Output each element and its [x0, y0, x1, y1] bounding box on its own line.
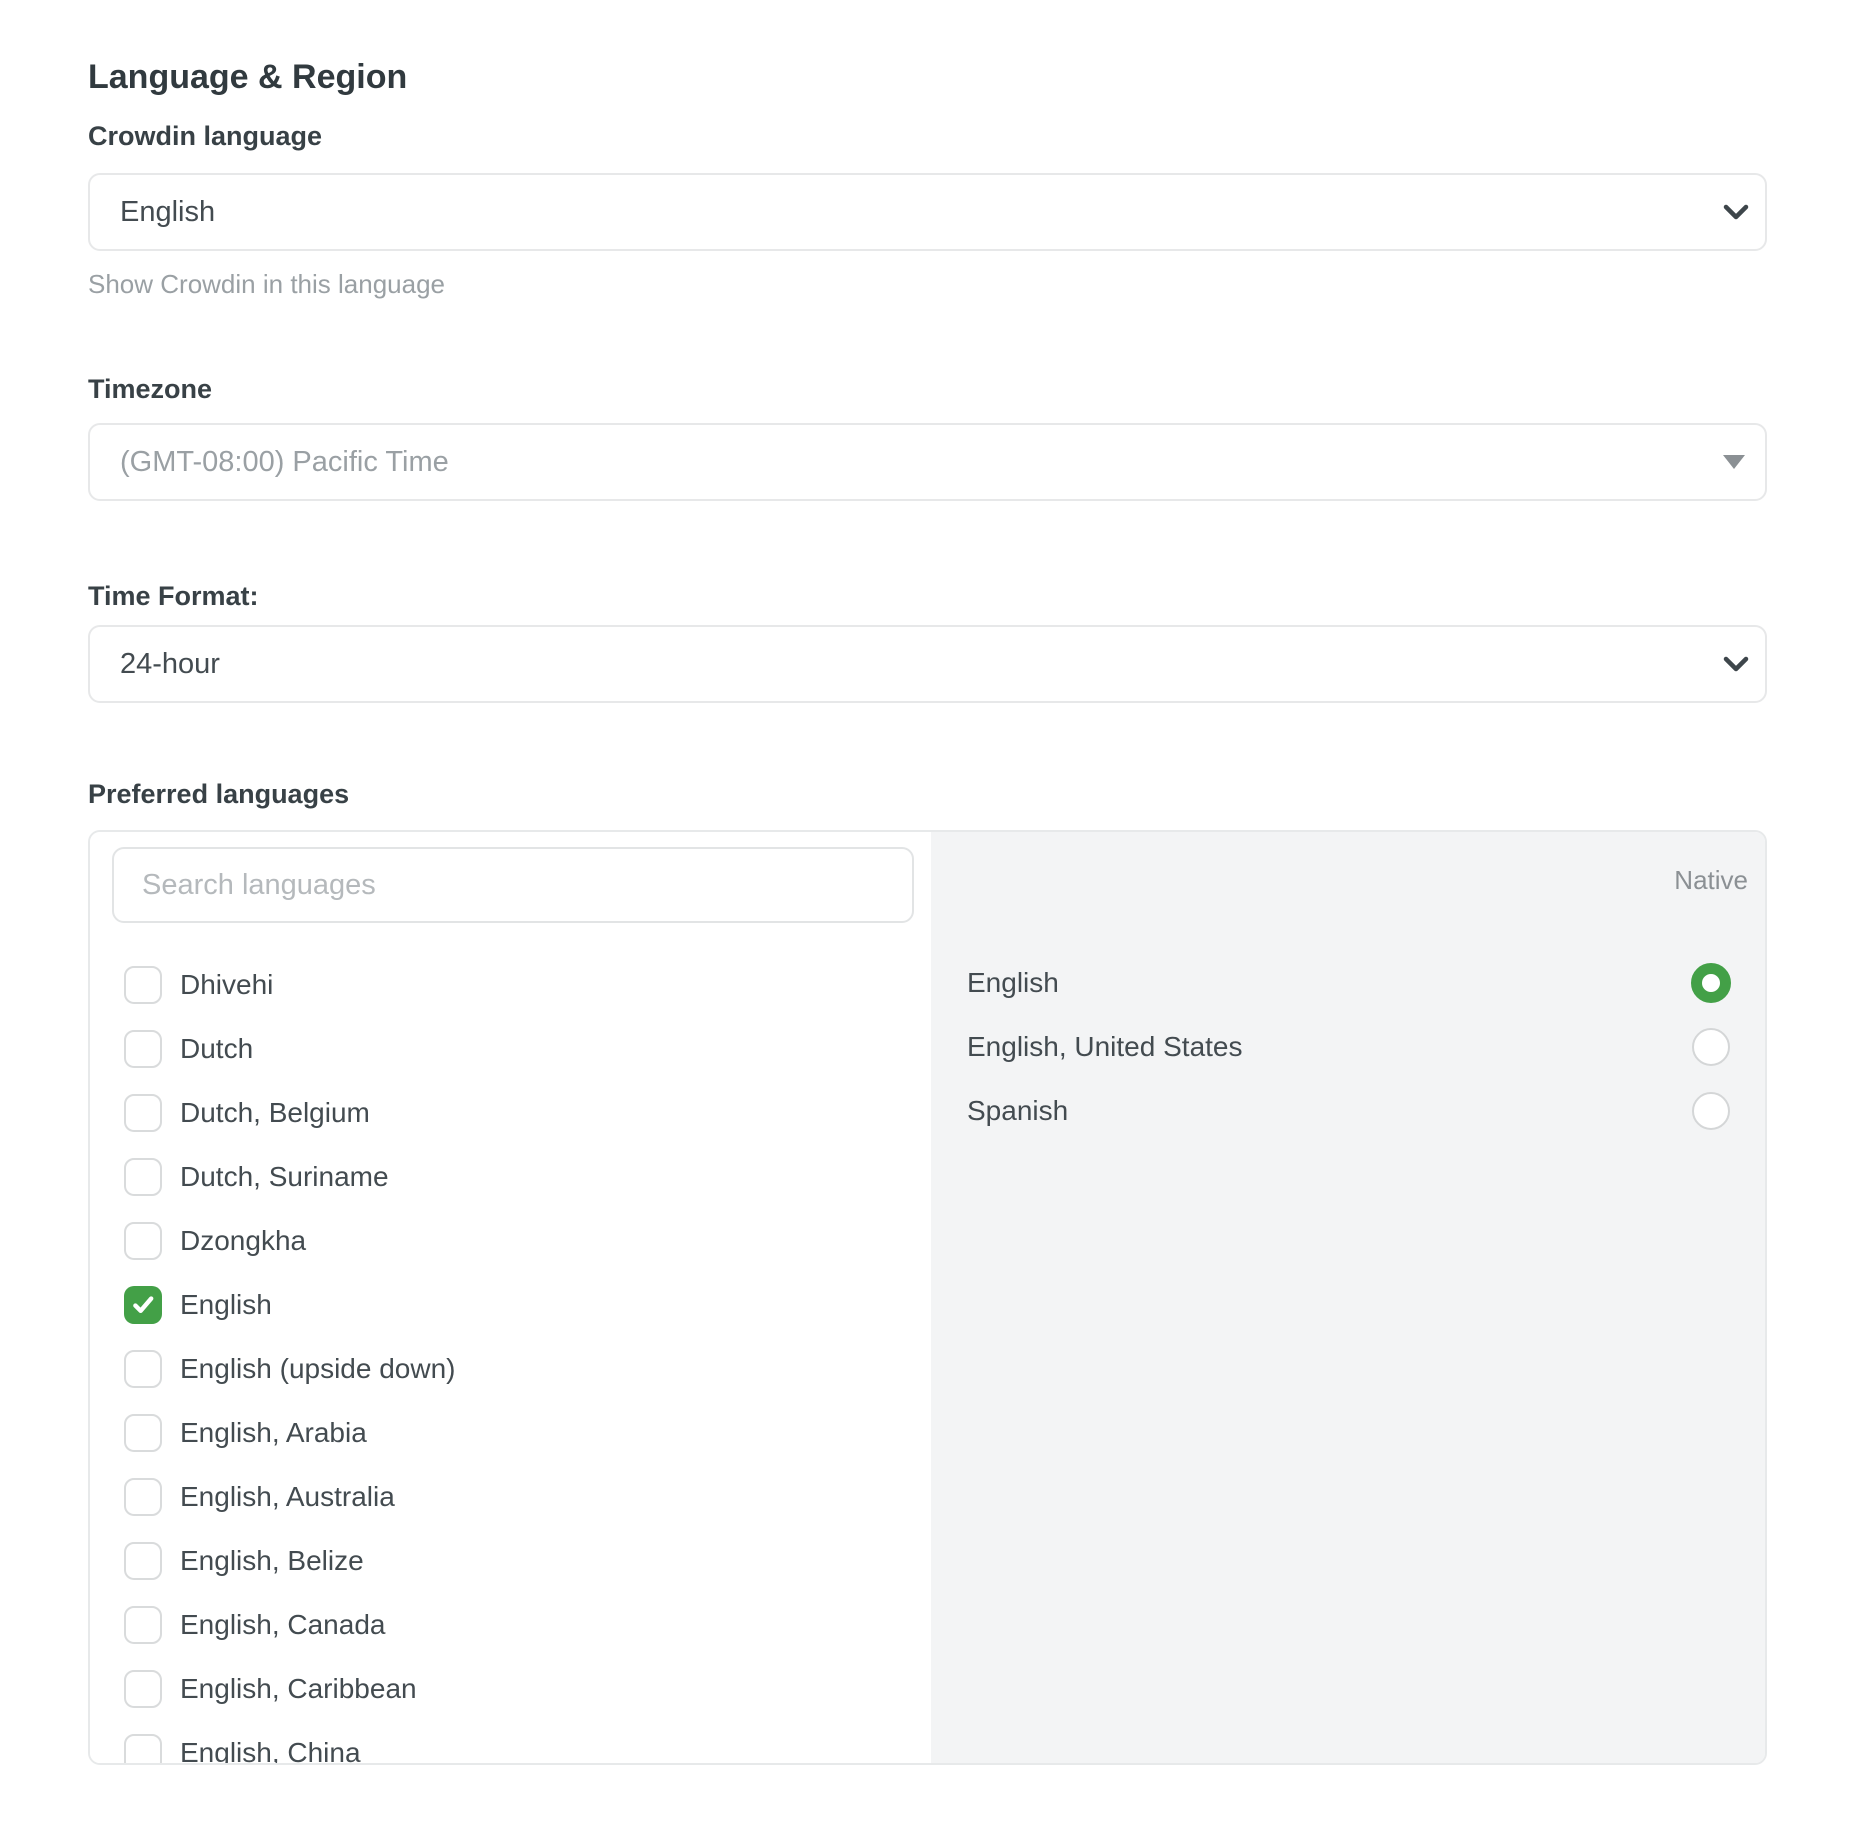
- language-option-label: English, Arabia: [180, 1417, 367, 1449]
- language-option-row[interactable]: Dutch, Suriname: [112, 1145, 931, 1209]
- crowdin-language-label: Crowdin language: [88, 120, 1767, 152]
- time-format-value: 24-hour: [120, 648, 1695, 681]
- selected-language-label: English: [967, 967, 1691, 999]
- language-option-label: Dutch, Belgium: [180, 1097, 370, 1129]
- selected-language-label: English, United States: [967, 1031, 1691, 1063]
- language-option-row[interactable]: English (upside down): [112, 1337, 931, 1401]
- language-option-row[interactable]: English, Australia: [112, 1465, 931, 1529]
- checkbox-icon[interactable]: [124, 1542, 162, 1580]
- selected-languages-column: Native English English, United States Span…: [931, 832, 1765, 1763]
- crowdin-language-value: English: [120, 196, 1695, 229]
- checkbox-checked-icon[interactable]: [124, 1286, 162, 1324]
- language-option-label: English, Belize: [180, 1545, 364, 1577]
- language-option-label: English, Canada: [180, 1609, 385, 1641]
- native-column-header: Native: [967, 864, 1765, 896]
- language-picker-column: Dhivehi Dutch Dutch, Belgium Dutch, Surinam…: [90, 832, 931, 1763]
- triangle-down-icon: [1723, 455, 1745, 469]
- native-radio[interactable]: [1691, 963, 1731, 1003]
- selected-language-row: English, United States: [967, 1015, 1765, 1079]
- language-option-row[interactable]: Dutch, Belgium: [112, 1081, 931, 1145]
- time-format-select[interactable]: 24-hour: [88, 625, 1767, 703]
- language-options-list: Dhivehi Dutch Dutch, Belgium Dutch, Surinam…: [112, 953, 931, 1765]
- selected-language-label: Spanish: [967, 1095, 1691, 1127]
- language-option-label: Dzongkha: [180, 1225, 306, 1257]
- language-option-row[interactable]: English, Arabia: [112, 1401, 931, 1465]
- language-option-row[interactable]: Dutch: [112, 1017, 931, 1081]
- checkbox-icon[interactable]: [124, 1350, 162, 1388]
- crowdin-language-help: Show Crowdin in this language: [88, 268, 1767, 300]
- checkbox-icon[interactable]: [124, 1094, 162, 1132]
- language-option-label: English, China: [180, 1737, 361, 1765]
- timezone-value: (GMT-08:00) Pacific Time: [120, 446, 1695, 479]
- chevron-down-icon: [1723, 654, 1749, 674]
- language-option-label: Dutch: [180, 1033, 253, 1065]
- timezone-select[interactable]: (GMT-08:00) Pacific Time: [88, 423, 1767, 501]
- language-option-row[interactable]: Dhivehi: [112, 953, 931, 1017]
- language-option-row[interactable]: English, Belize: [112, 1529, 931, 1593]
- radio-icon[interactable]: [1692, 1092, 1730, 1130]
- selected-language-row: English: [967, 951, 1765, 1015]
- checkbox-icon[interactable]: [124, 1734, 162, 1765]
- language-option-label: English, Australia: [180, 1481, 395, 1513]
- language-option-label: Dutch, Suriname: [180, 1161, 389, 1193]
- preferred-languages-label: Preferred languages: [88, 778, 1767, 810]
- selected-languages-list: English English, United States Spanish: [967, 951, 1765, 1143]
- native-radio[interactable]: [1691, 1091, 1731, 1131]
- checkbox-icon[interactable]: [124, 1158, 162, 1196]
- selected-language-row: Spanish: [967, 1079, 1765, 1143]
- radio-icon[interactable]: [1692, 1028, 1730, 1066]
- language-option-row[interactable]: Dzongkha: [112, 1209, 931, 1273]
- search-input[interactable]: [112, 847, 914, 923]
- native-radio[interactable]: [1691, 1027, 1731, 1067]
- language-option-label: English, Caribbean: [180, 1673, 417, 1705]
- checkbox-icon[interactable]: [124, 1670, 162, 1708]
- page-title: Language & Region: [88, 55, 1767, 99]
- checkbox-icon[interactable]: [124, 1478, 162, 1516]
- crowdin-language-select[interactable]: English: [88, 173, 1767, 251]
- chevron-down-icon: [1723, 202, 1749, 222]
- checkbox-icon[interactable]: [124, 966, 162, 1004]
- checkbox-icon[interactable]: [124, 1606, 162, 1644]
- language-region-settings: Language & Region Crowdin language Engli…: [88, 0, 1767, 1765]
- language-option-label: English: [180, 1289, 272, 1321]
- language-option-row[interactable]: English: [112, 1273, 931, 1337]
- checkbox-icon[interactable]: [124, 1222, 162, 1260]
- checkbox-icon[interactable]: [124, 1030, 162, 1068]
- language-option-label: Dhivehi: [180, 969, 273, 1001]
- radio-selected-icon[interactable]: [1691, 963, 1731, 1003]
- checkbox-icon[interactable]: [124, 1414, 162, 1452]
- language-option-label: English (upside down): [180, 1353, 456, 1385]
- language-option-row[interactable]: English, Canada: [112, 1593, 931, 1657]
- language-option-row[interactable]: English, Caribbean: [112, 1657, 931, 1721]
- time-format-label: Time Format:: [88, 580, 1767, 612]
- language-option-row[interactable]: English, China: [112, 1721, 931, 1765]
- timezone-label: Timezone: [88, 373, 1767, 405]
- preferred-languages-panel: Dhivehi Dutch Dutch, Belgium Dutch, Surinam…: [88, 830, 1767, 1765]
